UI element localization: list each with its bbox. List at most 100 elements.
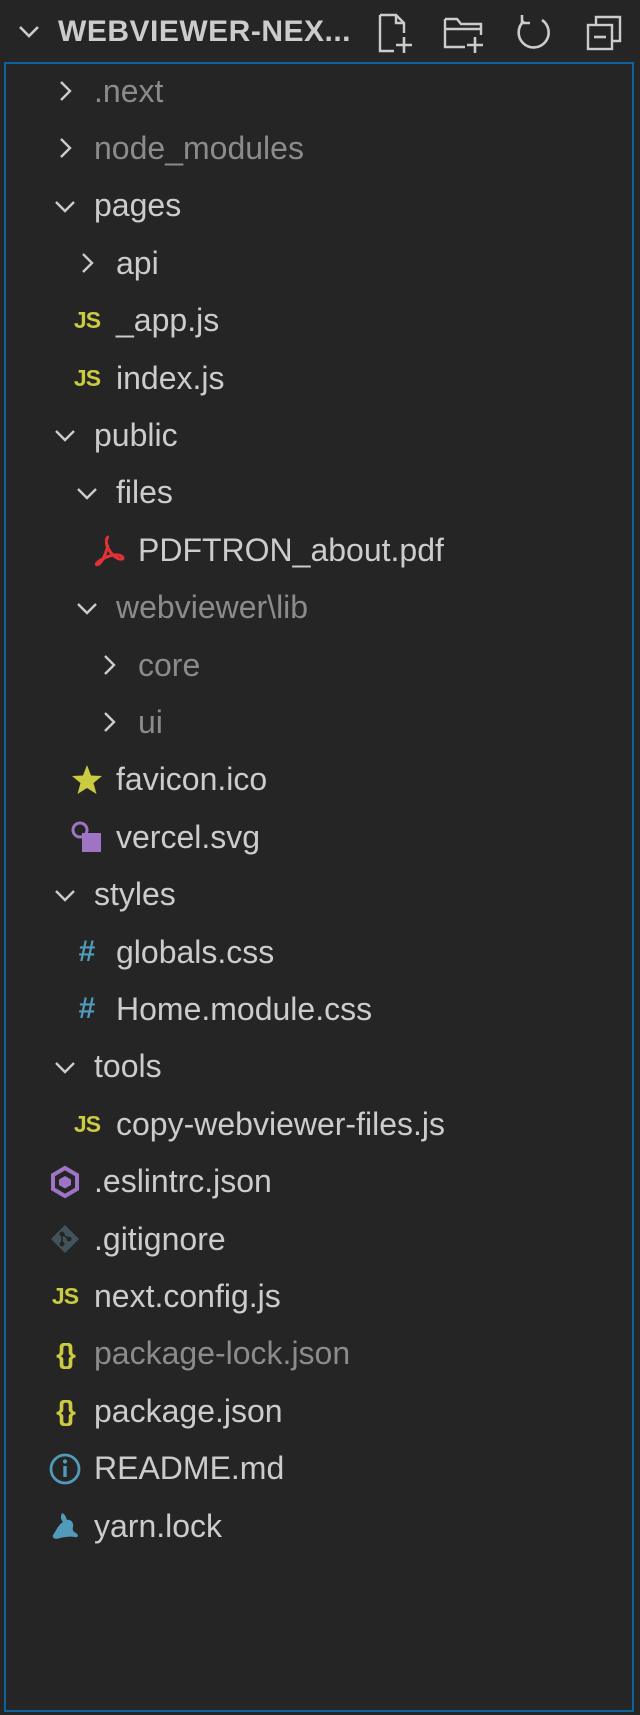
tree-file[interactable]: favicon.ico bbox=[6, 749, 632, 811]
new-folder-icon bbox=[443, 17, 483, 53]
css-file-icon: # bbox=[70, 935, 104, 969]
explorer-title: WEBVIEWER-NEX... bbox=[58, 15, 352, 48]
tree-file[interactable]: {} package.json bbox=[6, 1380, 632, 1442]
info-icon bbox=[48, 1452, 82, 1486]
tree-file[interactable]: JS _app.js bbox=[6, 290, 632, 352]
js-badge: JS bbox=[73, 1110, 101, 1137]
explorer-header[interactable]: WEBVIEWER-NEX... bbox=[0, 0, 640, 64]
tree-item-label: styles bbox=[94, 876, 176, 913]
tree-item-label: files bbox=[116, 474, 173, 511]
tree-file[interactable]: JS copy-webviewer-files.js bbox=[6, 1093, 632, 1155]
tree-file[interactable]: JS index.js bbox=[6, 347, 632, 409]
tree-folder[interactable]: public bbox=[6, 404, 632, 466]
tree-item-label: webviewer\lib bbox=[116, 589, 309, 626]
js-badge: JS bbox=[73, 307, 101, 334]
tree-item-label: README.md bbox=[94, 1450, 285, 1487]
tree-item-label: next.config.js bbox=[94, 1277, 281, 1314]
chevron-down-icon bbox=[70, 476, 104, 510]
tree-item-label: .gitignore bbox=[94, 1220, 226, 1257]
refresh-icon bbox=[517, 15, 550, 49]
tree-item-label: index.js bbox=[116, 359, 225, 396]
chevron-right-icon bbox=[92, 705, 126, 739]
tree-folder[interactable]: files bbox=[6, 462, 632, 524]
tree-file[interactable]: .gitignore bbox=[6, 1208, 632, 1270]
new-file-button[interactable] bbox=[368, 10, 420, 56]
tree-file[interactable]: .eslintrc.json bbox=[6, 1151, 632, 1213]
tree-folder[interactable]: styles bbox=[6, 864, 632, 926]
new-file-icon bbox=[378, 13, 412, 53]
tree-file[interactable]: # globals.css bbox=[6, 921, 632, 983]
collapse-all-button[interactable] bbox=[578, 10, 630, 56]
tree-item-label: .next bbox=[94, 72, 164, 109]
chevron-down-icon bbox=[48, 189, 82, 223]
js-file-icon: JS bbox=[70, 361, 104, 395]
tree-file[interactable]: {} package-lock.json bbox=[6, 1323, 632, 1385]
tree-item-label: api bbox=[116, 244, 159, 281]
svg-file-icon bbox=[70, 820, 104, 854]
tree-file[interactable]: vercel.svg bbox=[6, 806, 632, 868]
chevron-down-icon[interactable] bbox=[14, 17, 44, 47]
explorer-actions bbox=[368, 10, 630, 56]
refresh-button[interactable] bbox=[508, 10, 560, 56]
tree-file[interactable]: PDFTRON_about.pdf bbox=[6, 519, 632, 581]
chevron-down-icon bbox=[48, 1050, 82, 1084]
tree-item-label: yarn.lock bbox=[94, 1507, 223, 1544]
tree-file[interactable]: yarn.lock bbox=[6, 1495, 632, 1557]
js-badge: JS bbox=[51, 1282, 79, 1309]
chevron-right-icon bbox=[70, 246, 104, 280]
tree-item-label: tools bbox=[94, 1048, 162, 1085]
json-badge: {} bbox=[56, 1395, 76, 1427]
tree-item-label: _app.js bbox=[116, 302, 220, 339]
eslint-icon bbox=[48, 1165, 82, 1199]
chevron-right-icon bbox=[48, 74, 82, 108]
tree-folder[interactable]: api bbox=[6, 232, 632, 294]
chevron-right-icon bbox=[92, 648, 126, 682]
js-file-icon: JS bbox=[70, 304, 104, 338]
star-icon bbox=[70, 763, 104, 797]
json-file-icon: {} bbox=[48, 1337, 82, 1371]
tree-item-label: favicon.ico bbox=[116, 761, 268, 798]
chevron-right-icon bbox=[48, 131, 82, 165]
yarn-icon bbox=[48, 1509, 82, 1543]
chevron-down-icon bbox=[48, 418, 82, 452]
tree-file[interactable]: JS next.config.js bbox=[6, 1265, 632, 1327]
json-file-icon: {} bbox=[48, 1394, 82, 1428]
tree-file[interactable]: README.md bbox=[6, 1438, 632, 1500]
tree-folder[interactable]: pages bbox=[6, 175, 632, 237]
file-tree: .next node_modulespages api JS _app.js JS inde… bbox=[4, 62, 634, 1712]
css-badge: # bbox=[78, 935, 96, 968]
tree-folder[interactable]: .next bbox=[6, 60, 632, 122]
file-explorer: WEBVIEWER-NEX... .next node_modules page… bbox=[0, 0, 640, 1715]
tree-folder[interactable]: webviewer\lib bbox=[6, 577, 632, 639]
git-icon bbox=[48, 1222, 82, 1256]
tree-folder[interactable]: core bbox=[6, 634, 632, 696]
tree-item-label: copy-webviewer-files.js bbox=[116, 1105, 445, 1142]
tree-folder[interactable]: tools bbox=[6, 1036, 632, 1098]
tree-item-label: package-lock.json bbox=[94, 1335, 351, 1372]
tree-item-label: vercel.svg bbox=[116, 818, 261, 855]
tree-item-label: pages bbox=[94, 187, 182, 224]
tree-item-label: node_modules bbox=[94, 129, 304, 166]
new-folder-button[interactable] bbox=[438, 10, 490, 56]
js-badge: JS bbox=[73, 364, 101, 391]
js-file-icon: JS bbox=[70, 1107, 104, 1141]
tree-folder[interactable]: node_modules bbox=[6, 117, 632, 179]
chevron-down-icon bbox=[70, 591, 104, 625]
js-file-icon: JS bbox=[48, 1279, 82, 1313]
chevron-down-icon bbox=[48, 878, 82, 912]
tree-item-label: package.json bbox=[94, 1392, 283, 1429]
tree-item-label: PDFTRON_about.pdf bbox=[138, 531, 444, 568]
tree-folder[interactable]: ui bbox=[6, 691, 632, 753]
tree-item-label: ui bbox=[138, 703, 163, 740]
tree-item-label: core bbox=[138, 646, 201, 683]
css-badge: # bbox=[78, 992, 96, 1026]
collapse-all-icon bbox=[586, 15, 622, 51]
tree-item-label: .eslintrc.json bbox=[94, 1163, 272, 1200]
json-badge: {} bbox=[56, 1337, 76, 1369]
tree-file[interactable]: # Home.module.css bbox=[6, 978, 632, 1040]
tree-item-label: Home.module.css bbox=[116, 990, 373, 1027]
tree-item-label: globals.css bbox=[116, 933, 275, 970]
css-file-icon: # bbox=[70, 992, 104, 1026]
pdf-file-icon bbox=[92, 533, 126, 567]
tree-item-label: public bbox=[94, 416, 178, 453]
